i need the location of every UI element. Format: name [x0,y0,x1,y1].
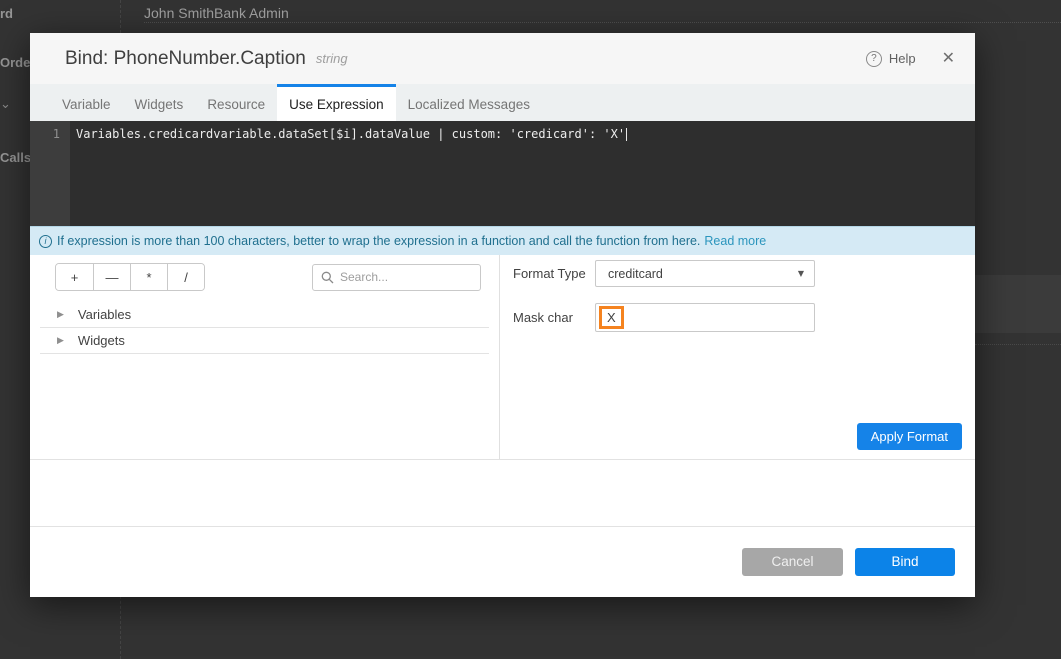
info-banner-text: If expression is more than 100 character… [57,234,700,248]
background-panel-band [975,275,1061,333]
multiply-operator-button[interactable]: * [130,264,167,290]
mask-char-input[interactable]: X [595,303,815,332]
tab-variable[interactable]: Variable [50,84,123,121]
search-box[interactable] [312,264,481,291]
tree-item-label: Variables [78,307,131,322]
dialog-header: Bind: PhoneNumber.Caption string ? Help … [30,33,975,84]
help-button[interactable]: Help [889,51,916,66]
mask-char-highlighted-value[interactable]: X [599,306,624,329]
format-type-select[interactable]: creditcard ▼ [595,260,815,287]
sidebar-item-dashboard: rd [0,6,13,21]
dotted-border [144,22,1061,23]
cancel-button[interactable]: Cancel [742,548,843,576]
divide-operator-button[interactable]: / [167,264,204,290]
operator-button-group: + — * / [55,263,205,291]
chevron-right-icon[interactable]: ▶ [57,310,64,320]
expression-editor[interactable]: 1 Variables.credicardvariable.dataSet[$i… [30,121,975,226]
close-icon[interactable]: ✕ [942,51,955,67]
tab-resource[interactable]: Resource [195,84,277,121]
dialog-spacer [30,460,975,526]
plus-operator-button[interactable]: + [56,264,93,290]
search-icon [321,271,334,284]
bind-expression-dialog: Bind: PhoneNumber.Caption string ? Help … [30,33,975,597]
chevron-down-icon: ⌄ [0,97,11,112]
bindables-tree: ▶ Variables ▶ Widgets [40,302,489,354]
tree-item-label: Widgets [78,333,125,348]
search-input[interactable] [340,270,472,284]
minus-operator-button[interactable]: — [93,264,130,290]
dialog-body: + — * / ▶ Variables [30,255,975,460]
text-caret [626,128,627,141]
chevron-right-icon[interactable]: ▶ [57,336,64,346]
format-type-label: Format Type [513,266,595,281]
format-type-value: creditcard [608,267,663,281]
tab-localized-messages[interactable]: Localized Messages [396,84,542,121]
mask-char-label: Mask char [513,310,595,325]
tree-item-variables[interactable]: ▶ Variables [40,302,489,328]
bind-button[interactable]: Bind [855,548,955,576]
apply-format-button[interactable]: Apply Format [857,423,962,450]
dialog-tab-bar: Variable Widgets Resource Use Expression… [30,84,975,121]
tab-widgets[interactable]: Widgets [123,84,196,121]
editor-line-number: 1 [30,121,70,226]
expression-helper-panel: + — * / ▶ Variables [30,255,500,459]
editor-code-line[interactable]: Variables.credicardvariable.dataSet[$i].… [70,121,975,226]
page-user-header: John SmithBank Admin [144,5,289,21]
expression-text: Variables.credicardvariable.dataSet[$i].… [76,127,625,141]
sidebar-item-calls: Calls [0,150,31,165]
info-banner: i If expression is more than 100 charact… [30,226,975,255]
dotted-border [975,344,1061,345]
dialog-title: Bind: PhoneNumber.Caption [65,48,306,70]
read-more-link[interactable]: Read more [704,234,766,248]
info-icon: i [39,235,52,248]
dialog-footer: Cancel Bind [30,526,975,596]
dropdown-arrow-icon: ▼ [798,269,804,278]
help-icon[interactable]: ? [866,51,882,67]
dialog-type-label: string [316,51,348,66]
format-panel: Format Type creditcard ▼ Mask char X App… [500,255,975,459]
tab-use-expression[interactable]: Use Expression [277,84,396,121]
tree-item-widgets[interactable]: ▶ Widgets [40,328,489,354]
